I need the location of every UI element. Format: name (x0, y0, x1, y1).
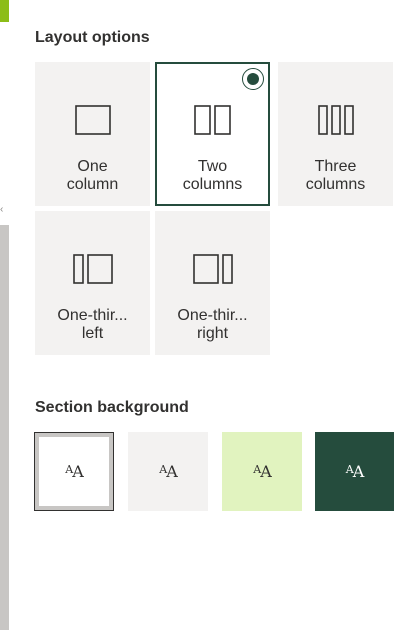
layout-tile-one-third-right[interactable]: One-thir... right (155, 211, 270, 355)
layout-tile-label: Three columns (305, 158, 366, 193)
three-columns-icon (278, 102, 393, 138)
section-properties-panel: Layout options One column Two columns Th… (10, 0, 418, 630)
section-background-heading: Section background (35, 399, 189, 416)
background-swatch-neutral[interactable]: AA (128, 432, 208, 511)
page-scroll-area (0, 225, 9, 630)
page-accent-bar (0, 0, 9, 22)
swatch-preview-text: AA (345, 462, 364, 481)
layout-tile-two-columns[interactable]: Two columns (155, 62, 270, 206)
one-third-left-icon (35, 251, 150, 287)
layout-options-heading: Layout options (35, 29, 150, 46)
layout-tile-label: One-thir... left (57, 307, 128, 342)
swatch-preview-text: AA (253, 462, 271, 481)
background-page-edge: ‹ (0, 0, 10, 630)
chevron-left-icon: ‹ (0, 204, 4, 215)
layout-tile-label: Two columns (182, 158, 243, 193)
two-columns-icon (157, 102, 268, 138)
background-swatch-soft[interactable]: AA (222, 432, 302, 511)
layout-tile-label: One column (66, 158, 119, 193)
swatch-preview-text: AA (159, 462, 177, 481)
one-third-right-icon (155, 251, 270, 287)
one-column-icon (35, 102, 150, 138)
background-swatch-none[interactable]: AA (34, 432, 114, 511)
layout-tile-label: One-thir... right (177, 307, 248, 342)
selected-radio-icon (242, 68, 264, 90)
background-swatch-strong[interactable]: AA (315, 432, 394, 511)
layout-tile-one-third-left[interactable]: One-thir... left (35, 211, 150, 355)
swatch-preview-text: AA (65, 462, 83, 481)
layout-tile-three-columns[interactable]: Three columns (278, 62, 393, 206)
layout-tile-one-column[interactable]: One column (35, 62, 150, 206)
